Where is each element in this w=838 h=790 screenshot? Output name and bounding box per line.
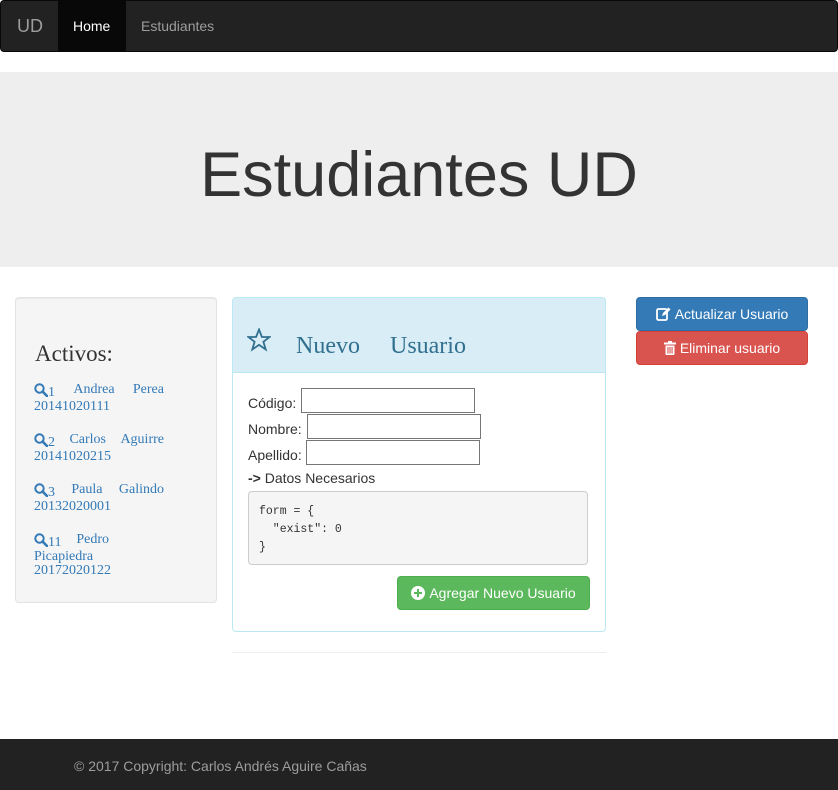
student-code: 20172020122 [34,563,111,578]
student-code: 20132020001 [34,499,111,514]
search-icon [34,433,48,447]
add-user-button[interactable]: Agregar Nuevo Usuario [397,576,590,610]
codigo-input[interactable] [301,388,475,413]
panel-heading: Nuevo Usuario [233,298,605,373]
student-link[interactable]: 11 Pedro Picapiedra 20172020122 [34,532,111,578]
student-first-name: Pedro [76,532,109,547]
apellido-row: Apellido: [248,440,480,465]
apellido-label: Apellido: [248,447,302,463]
search-icon [34,483,48,497]
footer: © 2017 Copyright: Carlos Andrés Aguire C… [0,739,838,790]
student-link[interactable]: 3 Paula Galindo 20132020001 [34,483,164,514]
student-id: 11 [48,535,62,550]
student-last-name: Perea [132,382,164,397]
page-title: Estudiantes UD [200,140,638,210]
nombre-row: Nombre: [248,414,481,439]
form-json-preview: form = { "exist": 0 } [248,491,588,565]
search-icon [34,383,48,397]
nav-item-estudiantes[interactable]: Estudiantes [141,18,214,34]
student-link[interactable]: 2 Carlos Aguirre 20141020215 [34,433,164,464]
panel-title: Nuevo Usuario [296,333,466,359]
delete-user-button[interactable]: Eliminar usuario [636,331,808,365]
star-empty-icon [247,328,271,352]
apellido-input[interactable] [306,440,480,465]
student-first-name: Paula [71,482,103,497]
active-students-heading: Activos: [35,341,113,366]
footer-copyright: © 2017 Copyright: Carlos Andrés Aguire C… [74,758,367,774]
codigo-row: Código: [248,388,475,413]
update-user-label: Actualizar Usuario [674,306,789,322]
nombre-label: Nombre: [248,421,302,437]
divider [232,652,606,653]
trash-icon [663,341,676,355]
student-last-name: Picapiedra [34,549,94,564]
nombre-input[interactable] [307,414,481,439]
student-first-name: Andrea [73,382,115,397]
navbar: UD Home Estudiantes [0,0,838,52]
edit-icon [655,307,671,321]
delete-user-label: Eliminar usuario [679,340,781,356]
plus-sign-icon [411,586,426,600]
update-user-button[interactable]: Actualizar Usuario [636,297,808,331]
codigo-label: Código: [248,395,297,411]
hint-arrow: -> [248,470,261,486]
required-data-hint: -> Datos Necesarios [248,470,375,486]
student-id: 2 [48,435,55,450]
nav-item-home-label: Home [73,18,111,34]
new-user-panel: Nuevo Usuario Código: Nombre: Apellido: … [232,297,606,632]
student-first-name: Carlos [69,432,106,447]
jumbotron: Estudiantes UD [0,72,838,267]
student-code: 20141020111 [34,399,110,414]
nav-item-home[interactable]: Home [58,1,126,51]
search-icon [34,533,48,547]
student-last-name: Aguirre [120,432,164,447]
student-id: 3 [48,485,55,500]
add-user-label: Agregar Nuevo Usuario [429,585,576,601]
student-code: 20141020215 [34,449,111,464]
student-link[interactable]: 1 Andrea Perea 20141020111 [34,383,164,414]
student-id: 1 [48,385,55,400]
student-last-name: Galindo [118,482,164,497]
hint-text: Datos Necesarios [264,470,376,486]
navbar-brand[interactable]: UD [17,16,43,36]
